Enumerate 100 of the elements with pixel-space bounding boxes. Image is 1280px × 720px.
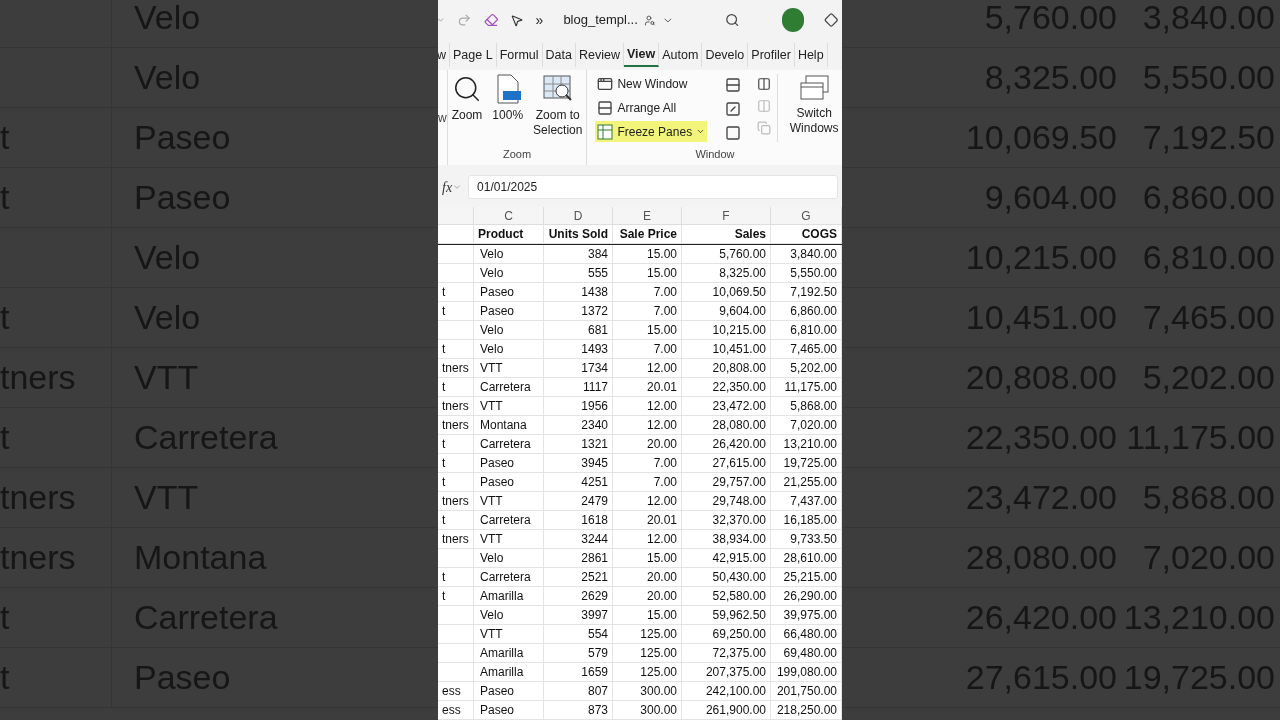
table-cell: t [438, 340, 474, 359]
hide-icon[interactable] [725, 101, 742, 117]
table-cell: VTT [474, 625, 544, 644]
ribbon-tab[interactable]: Help [794, 43, 828, 67]
table-cell: Paseo [474, 473, 544, 492]
table-cell: 807 [544, 682, 613, 701]
table-cell: 7.00 [613, 454, 682, 473]
table-cell: t [438, 568, 474, 587]
table-cell: 12.00 [613, 492, 682, 511]
table-cell: 38,934.00 [682, 530, 771, 549]
unhide-icon[interactable] [725, 125, 742, 141]
group-label: w [438, 109, 447, 127]
ribbon-tab[interactable]: Data [542, 43, 576, 67]
table-cell: 2629 [544, 587, 613, 606]
table-cell: tners [438, 359, 474, 378]
table-cell: 20.00 [613, 587, 682, 606]
table-cell: 8,325.00 [682, 264, 771, 283]
ribbon-tab[interactable]: Profiler [748, 43, 795, 67]
table-cell: tners [438, 492, 474, 511]
ribbon-tab[interactable]: Formul [496, 43, 543, 67]
ribbon-tab[interactable]: Develo [702, 43, 749, 67]
ribbon-button[interactable]: New Window [595, 74, 708, 95]
diamond-icon[interactable] [823, 12, 839, 28]
ribbon-button[interactable]: 100% [488, 70, 528, 142]
ribbon-tab[interactable]: Review [575, 43, 624, 67]
table-cell: 1618 [544, 511, 613, 530]
ribbon-button[interactable]: Zoom [447, 70, 487, 142]
table-cell: 12.00 [613, 359, 682, 378]
table-cell: 12.00 [613, 397, 682, 416]
table-cell: 7.00 [613, 473, 682, 492]
column-header[interactable]: F [682, 207, 771, 225]
table-cell: 2861 [544, 549, 613, 568]
table-cell: 69,250.00 [682, 625, 771, 644]
table-cell [438, 549, 474, 568]
ribbon-button[interactable]: Arrange All [595, 97, 708, 119]
table-cell: 555 [544, 264, 613, 283]
table-cell: 579 [544, 644, 613, 663]
split-icon[interactable] [725, 77, 742, 93]
table-cell: 300.00 [613, 701, 682, 720]
table-cell: 9,604.00 [682, 302, 771, 321]
table-cell: 20,808.00 [682, 359, 771, 378]
reset-position-icon [757, 121, 772, 135]
table-cell: 2521 [544, 568, 613, 587]
table-cell: 125.00 [613, 644, 682, 663]
table-cell: 20.00 [613, 568, 682, 587]
table-cell: t [438, 302, 474, 321]
table-cell: Amarilla [474, 644, 544, 663]
table-cell: Paseo [474, 701, 544, 720]
table-cell: 12.00 [613, 530, 682, 549]
table-cell: 50,430.00 [682, 568, 771, 587]
table-cell: t [438, 283, 474, 302]
table-cell: 7.00 [613, 302, 682, 321]
ribbon-button[interactable]: Zoom to Selection [529, 70, 587, 142]
table-cell: 1734 [544, 359, 613, 378]
table-cell: 10,215.00 [682, 321, 771, 340]
caret-icon [452, 182, 463, 192]
table-cell: 26,420.00 [682, 435, 771, 454]
table-cell: VTT [474, 492, 544, 511]
ribbon-button[interactable]: Freeze Panes [595, 121, 708, 142]
table-cell: tners [438, 397, 474, 416]
column-header[interactable]: D [544, 207, 613, 225]
eraser-icon[interactable] [483, 12, 498, 28]
side-by-side-icon[interactable] [757, 77, 772, 91]
table-cell: Paseo [474, 302, 544, 321]
table-cell: 873 [544, 701, 613, 720]
table-cell: 125.00 [613, 625, 682, 644]
search-icon[interactable] [725, 12, 740, 28]
table-cell: 1956 [544, 397, 613, 416]
grid-icon [597, 123, 614, 140]
table-cell: 52,580.00 [682, 587, 771, 606]
overflow-button[interactable]: » [535, 9, 544, 31]
table-cell: 384 [544, 245, 613, 264]
table-cell: 23,472.00 [682, 397, 771, 416]
avatar[interactable] [781, 8, 804, 32]
table-cell: t [438, 473, 474, 492]
header-cell: Sale Price [613, 225, 682, 244]
switch-windows-button[interactable]: Switch Windows [786, 74, 842, 142]
ribbon-tab[interactable]: Page L [450, 43, 497, 67]
table-cell: t [438, 511, 474, 530]
table-cell: 3945 [544, 454, 613, 473]
table-cell: Paseo [474, 454, 544, 473]
table-cell: Carretera [474, 511, 544, 530]
ribbon-tab[interactable]: View [623, 43, 660, 67]
table-cell: Velo [474, 245, 544, 264]
table-cell: Velo [474, 340, 544, 359]
window-icon [597, 76, 614, 93]
table-cell: 1321 [544, 435, 613, 454]
table-cell: 1438 [544, 283, 613, 302]
ribbon-tab[interactable]: Autom [659, 43, 703, 67]
column-header[interactable]: E [613, 207, 682, 225]
rows-icon [597, 100, 614, 116]
table-cell: VTT [474, 530, 544, 549]
formula-field[interactable]: 01/01/2025 [468, 175, 838, 199]
table-cell: 15.00 [613, 606, 682, 625]
group-label: Zoom [503, 147, 532, 162]
table-cell: VTT [474, 397, 544, 416]
column-header[interactable]: C [474, 207, 544, 225]
table-cell: Paseo [474, 682, 544, 701]
pointer-icon[interactable] [510, 12, 524, 28]
function-button[interactable]: fx [442, 176, 463, 198]
